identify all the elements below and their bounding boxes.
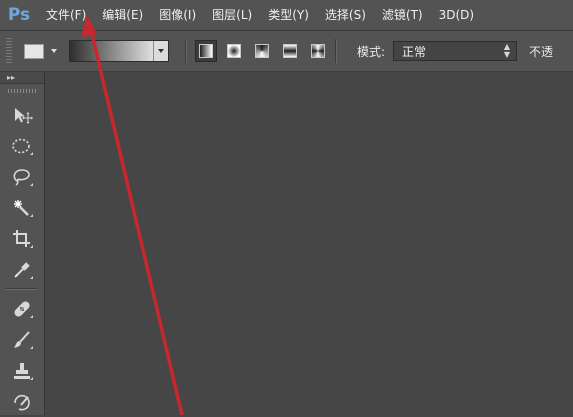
tool-submenu-indicator [30, 346, 33, 349]
options-bar-grip[interactable] [6, 38, 12, 64]
angle-gradient-icon [255, 44, 269, 58]
menu-filter[interactable]: 滤镜(T) [374, 0, 431, 30]
up-down-arrows-icon: ▲ ▼ [503, 42, 511, 59]
magic-wand-tool[interactable] [0, 192, 44, 223]
toolbox-grip[interactable] [8, 89, 36, 93]
tool-preset-picker[interactable] [24, 39, 57, 63]
tool-submenu-indicator [30, 152, 33, 155]
menu-3d[interactable]: 3D(D) [431, 0, 482, 30]
tool-submenu-indicator [30, 377, 33, 380]
options-bar: 模式: 正常 ▲ ▼ 不透 [0, 31, 573, 72]
tool-preset-icon [24, 43, 44, 59]
linear-gradient-button[interactable] [195, 40, 217, 62]
mode-label: 模式: [357, 44, 386, 59]
radial-gradient-button[interactable] [223, 40, 245, 62]
menu-edit[interactable]: 编辑(E) [94, 0, 151, 30]
tool-submenu-indicator [30, 245, 33, 248]
tool-submenu-indicator [30, 214, 33, 217]
lasso-tool[interactable] [0, 161, 44, 192]
menu-select[interactable]: 选择(S) [317, 0, 374, 30]
tool-submenu-indicator [30, 276, 33, 279]
options-divider [335, 39, 337, 63]
tool-submenu-indicator [30, 315, 33, 318]
elliptical-marquee-tool[interactable] [0, 130, 44, 161]
toolbox: ▸▸ [0, 72, 45, 415]
menu-layer[interactable]: 图层(L) [204, 0, 260, 30]
healing-brush-tool[interactable] [0, 293, 44, 324]
gradient-dropdown-button[interactable] [153, 41, 168, 61]
mode-select[interactable]: 正常 ▲ ▼ [393, 41, 518, 61]
brush-tool[interactable] [0, 324, 44, 355]
history-brush-tool[interactable] [0, 386, 44, 417]
opacity-label: 不透 [529, 44, 554, 59]
history-brush-icon [14, 394, 30, 410]
radial-gradient-icon [227, 44, 241, 58]
gradient-picker[interactable] [69, 40, 169, 62]
linear-gradient-icon [199, 44, 213, 58]
reflected-gradient-icon [283, 44, 297, 58]
reflected-gradient-button[interactable] [279, 40, 301, 62]
crop-tool[interactable] [0, 223, 44, 254]
chevron-down-icon [158, 49, 164, 53]
diamond-gradient-button[interactable] [307, 40, 329, 62]
move-tool-icon [15, 107, 33, 124]
menu-file[interactable]: 文件(F) [38, 0, 94, 30]
menu-type[interactable]: 类型(Y) [260, 0, 317, 30]
menu-bar: Ps 文件(F) 编辑(E) 图像(I) 图层(L) 类型(Y) 选择(S) 滤… [0, 0, 573, 31]
move-tool[interactable] [0, 99, 44, 130]
diamond-gradient-icon [311, 44, 325, 58]
chevron-down-icon [51, 49, 57, 53]
eyedropper-tool[interactable] [0, 254, 44, 285]
toolbox-divider [6, 288, 38, 290]
options-divider [185, 39, 187, 63]
mode-value: 正常 [402, 44, 427, 59]
tool-submenu-indicator [30, 183, 33, 186]
angle-gradient-button[interactable] [251, 40, 273, 62]
menu-image[interactable]: 图像(I) [151, 0, 204, 30]
photoshop-logo: Ps [7, 5, 31, 25]
clone-stamp-tool[interactable] [0, 355, 44, 386]
toolbox-collapse-button[interactable]: ▸▸ [0, 72, 44, 84]
document-workspace[interactable] [45, 72, 573, 415]
